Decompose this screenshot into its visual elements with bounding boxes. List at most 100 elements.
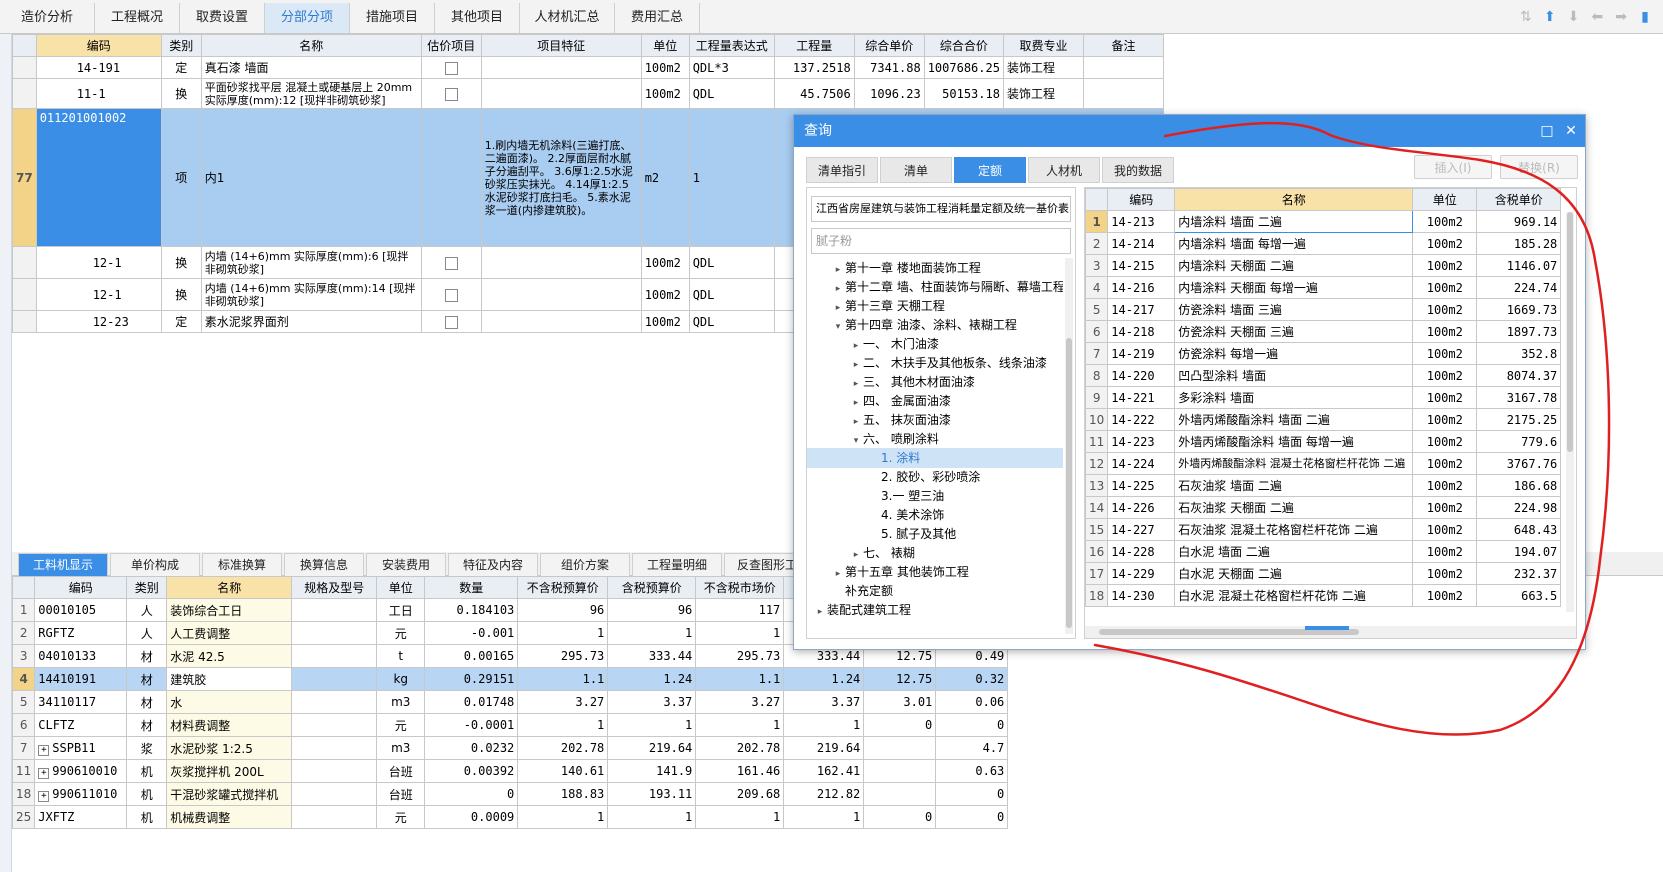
- chevron-right-icon[interactable]: ▸: [849, 412, 863, 430]
- estimate-checkbox[interactable]: [444, 61, 458, 75]
- chevron-right-icon[interactable]: ▸: [849, 336, 863, 354]
- spec-cell[interactable]: [291, 621, 378, 645]
- name-cell[interactable]: 水泥 42.5: [166, 644, 293, 668]
- code-cell[interactable]: +990611010: [34, 782, 128, 806]
- qty-cell[interactable]: 0.01748: [424, 690, 519, 714]
- market-price-inc-tax-cell[interactable]: 162.41: [783, 759, 865, 783]
- spec-cell[interactable]: [291, 713, 378, 737]
- header-qty[interactable]: 数量: [424, 576, 519, 599]
- name-cell[interactable]: 干混砂浆罐式搅拌机: [166, 782, 293, 806]
- extra-1-cell[interactable]: 0: [863, 713, 937, 737]
- dialog-title-bar[interactable]: 查询 □ ✕: [794, 115, 1585, 147]
- code-cell[interactable]: RGFTZ: [34, 621, 128, 645]
- name-cell[interactable]: 平面砂浆找平层 混凝土或硬基层上 20mm 实际厚度(mm):12 [现拌非砌筑…: [200, 78, 422, 109]
- market-price-ex-tax-cell[interactable]: 161.46: [695, 759, 785, 783]
- results-horizontal-scrollbar[interactable]: [1085, 626, 1576, 638]
- result-row[interactable]: 1 14-213 内墙涂料 墙面 二遍 100m2 969.14: [1085, 210, 1562, 233]
- tree-scrollbar[interactable]: [1065, 258, 1073, 634]
- header-price[interactable]: 综合单价: [853, 34, 925, 57]
- unit-cell[interactable]: 100m2: [1412, 474, 1478, 497]
- name-cell[interactable]: 白水泥 混凝土花格窗栏杆花饰 二遍: [1174, 584, 1414, 607]
- remark-cell[interactable]: [1082, 78, 1164, 109]
- code-cell[interactable]: 14-214: [1107, 232, 1176, 255]
- tree-node[interactable]: 2. 胶砂、彩砂喷涂: [807, 467, 1063, 487]
- tree-node[interactable]: ▸ 二、 木扶手及其他板条、线条油漆: [807, 353, 1063, 373]
- result-row[interactable]: 14 14-226 石灰油浆 天棚面 二遍 100m2 224.98: [1085, 496, 1562, 519]
- move-right-icon[interactable]: ➡: [1611, 7, 1631, 27]
- tab-unit-price-composition[interactable]: 单价构成: [110, 553, 200, 576]
- header-type[interactable]: 类别: [126, 576, 168, 599]
- code-cell[interactable]: JXFTZ: [34, 805, 128, 829]
- tab-standard-conversion[interactable]: 标准换算: [202, 553, 282, 576]
- code-cell[interactable]: 14-225: [1107, 474, 1176, 497]
- qty-cell[interactable]: 0.184103: [424, 598, 519, 622]
- price-cell[interactable]: 194.07: [1476, 540, 1562, 563]
- unit-cell[interactable]: t: [376, 644, 426, 668]
- type-cell[interactable]: 浆: [126, 736, 168, 760]
- expand-icon[interactable]: +: [38, 790, 50, 802]
- extra-2-cell[interactable]: 0.06: [935, 690, 1009, 714]
- header-market-price-ex-tax[interactable]: 不含税市场价: [695, 576, 785, 599]
- unit-cell[interactable]: 元: [376, 805, 426, 829]
- feature-cell[interactable]: [480, 278, 642, 311]
- price-cell[interactable]: 648.43: [1476, 518, 1562, 541]
- name-cell[interactable]: 内1: [200, 108, 422, 247]
- tree-node[interactable]: ▸ 装配式建筑工程: [807, 600, 1063, 620]
- code-cell[interactable]: 14-191: [35, 56, 162, 79]
- price-cell[interactable]: 232.37: [1476, 562, 1562, 585]
- feature-cell[interactable]: [480, 78, 642, 109]
- name-cell[interactable]: 建筑胶: [166, 667, 293, 691]
- budget-price-ex-tax-cell[interactable]: 188.83: [517, 782, 609, 806]
- qty-cell[interactable]: 45.7506: [773, 78, 855, 109]
- qty-cell[interactable]: 0.0232: [424, 736, 519, 760]
- price-cell[interactable]: 224.98: [1476, 496, 1562, 519]
- code-cell[interactable]: 04010133: [34, 644, 128, 668]
- price-cell[interactable]: 663.5: [1476, 584, 1562, 607]
- unit-cell[interactable]: 台班: [376, 759, 426, 783]
- code-cell[interactable]: 34110117: [34, 690, 128, 714]
- feature-cell[interactable]: [480, 310, 642, 333]
- tab-install-fee[interactable]: 安装费用: [366, 553, 446, 576]
- type-cell[interactable]: 项: [160, 108, 202, 247]
- code-cell[interactable]: 12-23: [35, 310, 162, 333]
- market-price-inc-tax-cell[interactable]: 212.82: [783, 782, 865, 806]
- tab-labor-material[interactable]: 人材机: [1028, 157, 1100, 183]
- extra-2-cell[interactable]: 0.32: [935, 667, 1009, 691]
- unit-cell[interactable]: 100m2: [640, 246, 690, 279]
- major-cell[interactable]: 装饰工程: [1002, 78, 1084, 109]
- budget-price-ex-tax-cell[interactable]: 96: [517, 598, 609, 622]
- market-price-ex-tax-cell[interactable]: 1: [695, 713, 785, 737]
- chevron-down-icon[interactable]: ▾: [849, 431, 863, 449]
- market-price-ex-tax-cell[interactable]: 202.78: [695, 736, 785, 760]
- name-cell[interactable]: 石灰油浆 天棚面 二遍: [1174, 496, 1414, 519]
- extra-1-cell[interactable]: 3.01: [863, 690, 937, 714]
- extra-2-cell[interactable]: 0: [935, 713, 1009, 737]
- budget-price-ex-tax-cell[interactable]: 202.78: [517, 736, 609, 760]
- result-row[interactable]: 2 14-214 内墙涂料 墙面 每增一遍 100m2 185.28: [1085, 232, 1562, 255]
- code-cell[interactable]: 14-222: [1107, 408, 1176, 431]
- unit-cell[interactable]: 100m2: [640, 78, 690, 109]
- tree-node[interactable]: ▸ 第十二章 墙、柱面装饰与隔断、幕墙工程: [807, 277, 1063, 297]
- tab-list[interactable]: 清单: [880, 157, 952, 183]
- extra-1-cell[interactable]: [863, 782, 937, 806]
- spec-cell[interactable]: [291, 690, 378, 714]
- tab-sub-items[interactable]: 分部分项: [265, 3, 350, 33]
- budget-price-ex-tax-cell[interactable]: 140.61: [517, 759, 609, 783]
- code-cell[interactable]: 14-223: [1107, 430, 1176, 453]
- name-cell[interactable]: 仿瓷涂料 天棚面 三遍: [1174, 320, 1414, 343]
- unit-cell[interactable]: 100m2: [1412, 320, 1478, 343]
- results-scrollbar[interactable]: [1566, 212, 1574, 612]
- name-cell[interactable]: 水泥砂浆 1:2.5: [166, 736, 293, 760]
- unit-cell[interactable]: 100m2: [1412, 342, 1478, 365]
- result-row[interactable]: 12 14-224 外墙丙烯酸酯涂料 混凝土花格窗栏杆花饰 二遍 100m2 3767.…: [1085, 452, 1562, 475]
- type-cell[interactable]: 材: [126, 690, 168, 714]
- close-icon[interactable]: ✕: [1559, 115, 1583, 147]
- name-cell[interactable]: 石灰油浆 墙面 二遍: [1174, 474, 1414, 497]
- unit-cell[interactable]: 100m2: [1412, 408, 1478, 431]
- tab-features-content[interactable]: 特征及内容: [448, 553, 538, 576]
- result-row[interactable]: 18 14-230 白水泥 混凝土花格窗栏杆花饰 二遍 100m2 663.5: [1085, 584, 1562, 607]
- code-cell[interactable]: 14-220: [1107, 364, 1176, 387]
- result-row[interactable]: 9 14-221 多彩涂料 墙面 100m2 3167.78: [1085, 386, 1562, 409]
- major-cell[interactable]: 装饰工程: [1002, 56, 1084, 79]
- code-cell[interactable]: 14-228: [1107, 540, 1176, 563]
